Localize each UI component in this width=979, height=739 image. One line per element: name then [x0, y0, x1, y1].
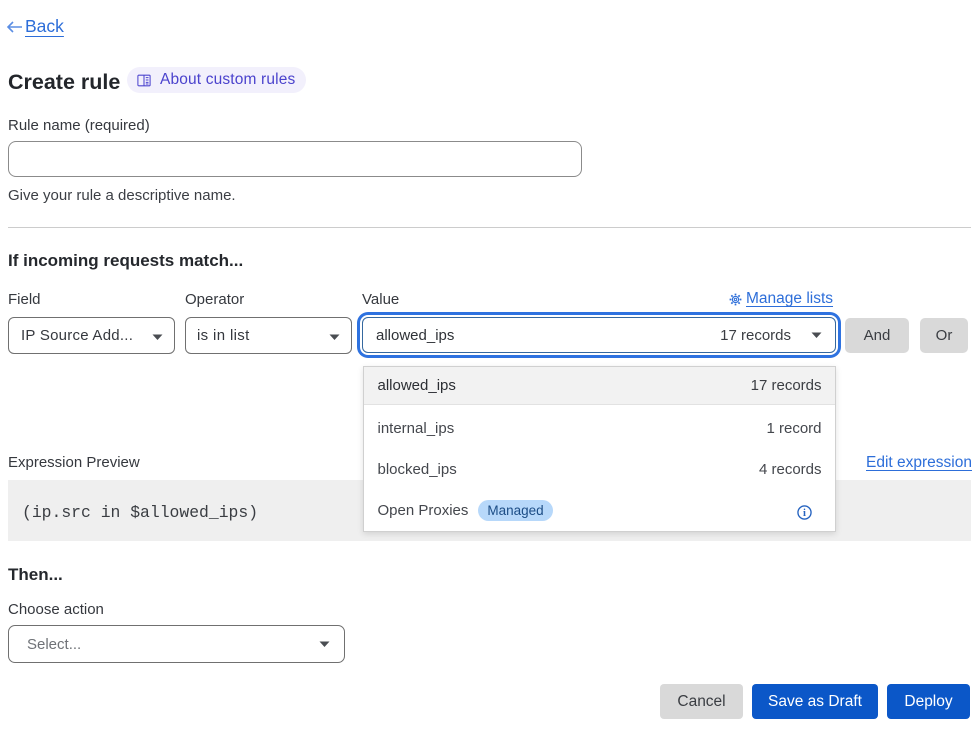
svg-text:i: i [803, 508, 806, 519]
